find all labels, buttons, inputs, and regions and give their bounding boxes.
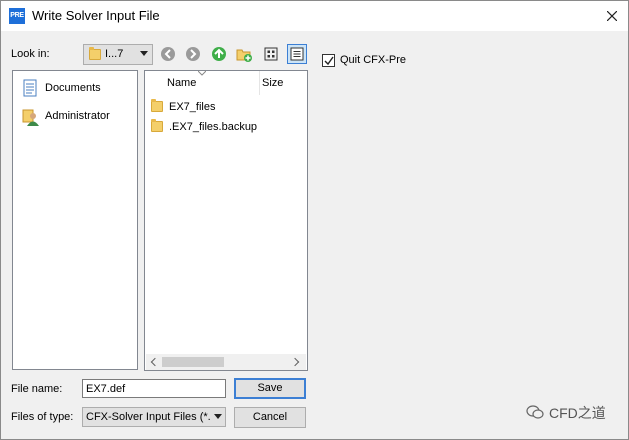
sidebar-item-administrator[interactable]: Administrator — [19, 105, 129, 129]
file-type-label: Files of type: — [11, 411, 74, 423]
save-button[interactable]: Save — [234, 378, 306, 399]
watermark-text: CFD之道 — [549, 405, 606, 421]
file-name-field[interactable] — [82, 379, 229, 398]
file-row-ex7-files[interactable]: EX7_files — [149, 98, 299, 116]
file-row-ex7-files-backup[interactable]: .EX7_files.backup — [149, 118, 299, 136]
detail-view-icon — [290, 47, 304, 61]
sidebar-item-label: Administrator — [45, 110, 110, 122]
quit-label[interactable]: Quit CFX-Pre — [340, 54, 406, 66]
sidebar-item-label: Documents — [45, 82, 101, 94]
dialog-window: PRE Write Solver Input File Look in: I..… — [0, 0, 629, 440]
folder-icon — [89, 47, 101, 60]
file-type-value: CFX-Solver Input Files (*. — [86, 411, 211, 423]
scroll-left-icon[interactable] — [150, 357, 160, 367]
places-sidebar: Documents Administrator — [12, 70, 138, 370]
window-title: Write Solver Input File — [32, 8, 160, 23]
parent-directory-button[interactable] — [209, 44, 229, 64]
forward-button[interactable] — [183, 44, 203, 64]
checkmark-icon — [324, 56, 334, 66]
chevron-down-icon — [140, 51, 148, 56]
grid-view-icon — [264, 47, 278, 61]
title-bar: PRE Write Solver Input File — [1, 1, 628, 31]
scroll-right-icon[interactable] — [290, 357, 300, 367]
sidebar-item-documents[interactable]: Documents — [19, 77, 129, 101]
file-name: EX7_files — [169, 101, 216, 113]
chevron-down-icon — [214, 414, 222, 419]
wechat-icon — [526, 405, 544, 419]
back-button[interactable] — [158, 44, 178, 64]
file-name-label: File name: — [11, 383, 63, 395]
forward-arrow-icon — [186, 47, 200, 61]
close-button[interactable] — [601, 6, 623, 26]
file-type-dropdown[interactable]: CFX-Solver Input Files (*. — [82, 407, 226, 427]
up-arrow-icon — [212, 47, 226, 61]
detail-view-button[interactable] — [287, 44, 307, 64]
look-in-label: Look in: — [11, 48, 50, 60]
file-list-panel: Name Size EX7_files .EX7_files.backup — [144, 70, 308, 371]
documents-icon — [23, 79, 37, 97]
folder-icon — [151, 119, 163, 132]
app-icon: PRE — [9, 8, 25, 24]
sort-chevron-icon — [198, 71, 206, 76]
quit-checkbox[interactable] — [322, 54, 335, 67]
file-name: .EX7_files.backup — [169, 121, 258, 133]
look-in-dropdown[interactable]: I...7 — [83, 44, 153, 65]
folder-icon — [151, 99, 163, 112]
scrollbar-thumb[interactable] — [162, 357, 224, 367]
list-view-button[interactable] — [261, 44, 281, 64]
new-folder-icon — [236, 49, 252, 62]
cancel-button[interactable]: Cancel — [234, 407, 306, 428]
new-folder-button[interactable] — [234, 44, 254, 64]
column-label: Size — [262, 77, 284, 89]
column-header-name[interactable]: Name — [146, 71, 260, 95]
back-arrow-icon — [161, 47, 175, 61]
user-icon — [22, 109, 39, 126]
file-name-input[interactable] — [83, 380, 229, 397]
column-label: Name — [167, 77, 197, 89]
column-header-size[interactable]: Size — [260, 71, 300, 95]
horizontal-scrollbar[interactable] — [146, 354, 306, 370]
close-icon — [607, 11, 617, 21]
look-in-value: I...7 — [105, 48, 124, 60]
